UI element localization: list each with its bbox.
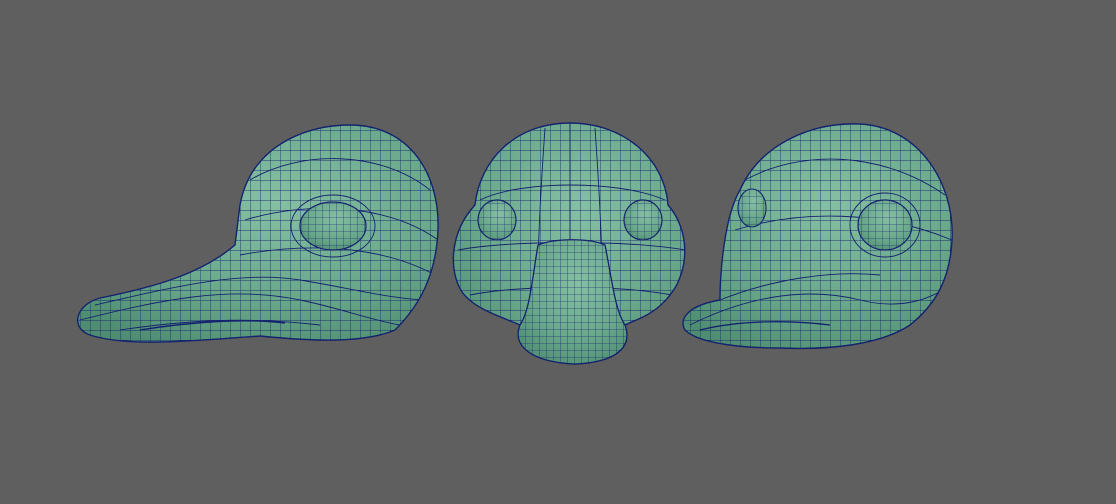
viewport-3d[interactable]	[0, 0, 1116, 504]
duck-head-side-left[interactable]	[60, 110, 460, 360]
duck-head-side-right[interactable]	[670, 110, 970, 360]
scene-svg	[60, 110, 970, 380]
duck-head-front[interactable]	[440, 110, 700, 380]
